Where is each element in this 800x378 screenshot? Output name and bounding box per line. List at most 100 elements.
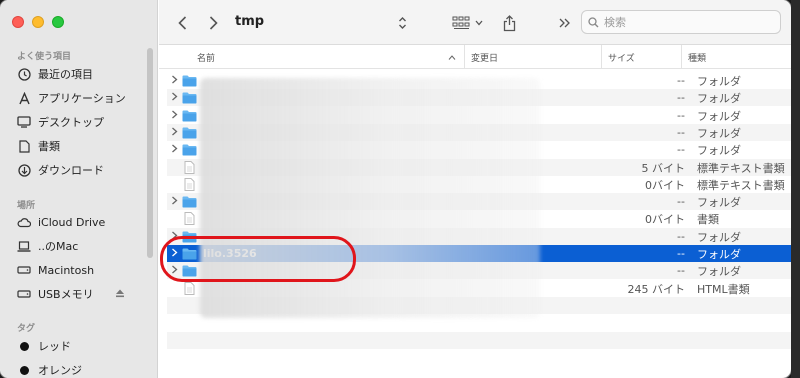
column-header-size[interactable]: サイズ [601,45,681,69]
sidebar-item-label: アプリケーション [38,92,126,105]
disclosure-triangle-icon[interactable] [167,196,181,208]
sidebar-item-usb[interactable]: USBメモリ [17,284,125,304]
column-header-name[interactable]: 名前 [191,45,464,69]
finder-window: よく使う項目 最近の項目 アプリケーション デスクトップ 書類 ダウンロード 場… [0,0,791,378]
sidebar-item-documents[interactable]: 書類 [17,136,60,156]
chevron-down-icon [475,20,482,26]
file-kind: フォルダ [697,195,741,209]
eject-icon[interactable] [115,288,125,301]
file-row[interactable]: 245 バイト HTML書類 [167,280,791,297]
file-row[interactable]: -- フォルダ [167,262,791,279]
disclosure-triangle-icon[interactable] [167,75,181,87]
zoom-window-button[interactable] [52,16,64,28]
column-header-label: 変更日 [471,53,499,64]
folder-icon [181,91,197,104]
file-size: -- [677,74,685,87]
file-kind: HTML書類 [697,282,750,296]
disclosure-triangle-icon[interactable] [167,127,181,139]
file-size: -- [677,264,685,277]
document-file-icon [181,161,197,174]
path-popup-button[interactable] [395,12,409,34]
sidebar: よく使う項目 最近の項目 アプリケーション デスクトップ 書類 ダウンロード 場… [0,0,158,378]
sidebar-scrollbar[interactable] [147,48,153,258]
column-header-kind[interactable]: 種類 [681,45,791,69]
empty-row [167,349,791,366]
search-field[interactable] [581,10,781,34]
document-file-icon [181,282,197,295]
up-down-chevron-icon [398,17,406,29]
file-row[interactable]: 0バイト 標準テキスト書類 [167,176,791,193]
file-row[interactable]: -- フォルダ [167,193,791,210]
tag-dot-icon [17,363,31,377]
sidebar-item-tag-orange[interactable]: オレンジ [17,360,82,378]
file-row[interactable]: 5 バイト 標準テキスト書類 [167,159,791,176]
sidebar-item-icloud-drive[interactable]: iCloud Drive [17,212,105,232]
file-size: -- [677,230,685,243]
sidebar-item-applications[interactable]: アプリケーション [17,88,126,108]
sidebar-item-label: ダウンロード [38,164,104,177]
close-window-button[interactable] [12,16,24,28]
view-options-button[interactable] [449,12,485,34]
sidebar-item-tag-red[interactable]: レッド [17,336,71,356]
sidebar-item-desktop[interactable]: デスクトップ [17,112,104,132]
column-header-modified[interactable]: 変更日 [464,45,601,69]
folder-title: tmp [235,14,265,29]
sidebar-item-label: iCloud Drive [38,215,106,229]
file-kind: フォルダ [697,109,741,123]
file-kind: フォルダ [697,126,741,140]
file-size: -- [677,91,685,104]
folder-icon [181,74,197,87]
sidebar-item-macintosh[interactable]: Macintosh [17,260,94,280]
folder-icon [181,195,197,208]
file-size: -- [677,195,685,208]
sidebar-item-this-mac[interactable]: ..のMac [17,236,78,256]
sort-ascending-icon [448,54,456,60]
disclosure-triangle-icon[interactable] [167,92,181,104]
file-row[interactable]: -- フォルダ [167,72,791,89]
search-input[interactable] [604,15,764,29]
file-row[interactable]: -- フォルダ [167,228,791,245]
file-kind: フォルダ [697,74,741,88]
minimize-window-button[interactable] [32,16,44,28]
file-row[interactable]: 0バイト 書類 [167,210,791,227]
window-controls [12,16,64,28]
file-row[interactable]: -- フォルダ [167,124,791,141]
file-kind: フォルダ [697,247,741,261]
file-kind: フォルダ [697,264,741,278]
share-icon [503,14,515,31]
disclosure-triangle-icon[interactable] [167,248,181,260]
file-row[interactable]: -- フォルダ [167,141,791,158]
file-size: 0バイト [645,178,685,192]
document-icon [17,139,31,153]
folder-icon [181,247,197,260]
more-toolbar-button[interactable] [557,12,573,34]
sidebar-item-label: 書類 [38,140,60,153]
forward-button[interactable] [204,12,222,34]
desktop-icon [17,115,31,129]
sidebar-item-label: オレンジ [38,364,82,377]
file-kind: 標準テキスト書類 [697,161,785,175]
column-header-label: 種類 [688,53,707,64]
share-button[interactable] [499,12,519,34]
cloud-icon [17,215,31,229]
sidebar-item-downloads[interactable]: ダウンロード [17,160,104,180]
file-size: -- [677,143,685,156]
disclosure-triangle-icon[interactable] [167,144,181,156]
locations-heading: 場所 [17,201,36,211]
sidebar-item-label: USBメモリ [38,288,94,301]
file-list: -- フォルダ -- フォルダ -- フォルダ -- フォルダ -- フォルダ 5 バイト 標準テキス… [159,72,791,378]
document-file-icon [181,212,197,225]
file-row[interactable]: -- フォルダ [167,89,791,106]
file-size: -- [677,109,685,122]
file-row-selected[interactable]: lilo.3526 -- フォルダ [167,245,791,262]
disclosure-triangle-icon[interactable] [167,231,181,243]
disclosure-triangle-icon[interactable] [167,110,181,122]
empty-row [167,297,791,314]
document-file-icon [181,178,197,191]
disclosure-triangle-icon[interactable] [167,265,181,277]
back-button[interactable] [173,12,191,34]
sidebar-item-recents[interactable]: 最近の項目 [17,64,93,84]
double-chevron-right-icon [559,18,570,28]
file-kind: フォルダ [697,230,741,244]
file-row[interactable]: -- フォルダ [167,107,791,124]
